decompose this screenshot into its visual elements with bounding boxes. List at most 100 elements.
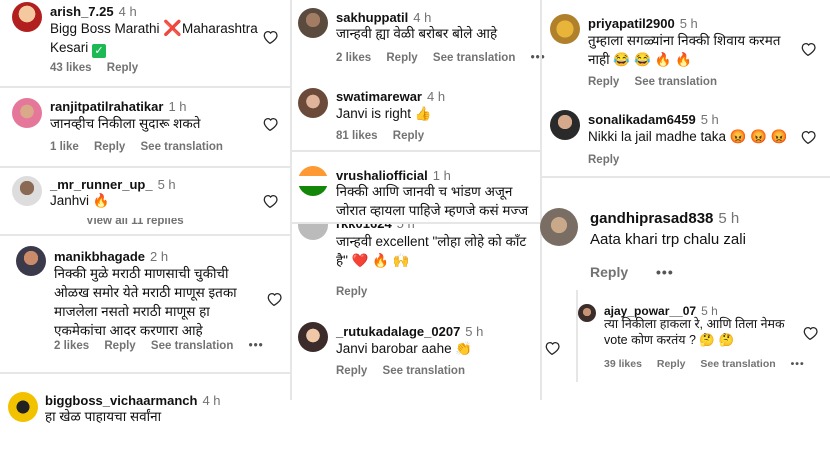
avatar[interactable] (578, 304, 596, 322)
heart-icon[interactable] (800, 42, 816, 56)
comment-ranjit: ranjitpatilrahatikar 1 h जानव्हीच निकीला … (0, 92, 290, 162)
more-options-icon[interactable]: ••• (791, 358, 805, 370)
see-translation-link[interactable]: See translation (433, 52, 515, 64)
comment-text: जान्हवी excellent "लोहा लोहे को काँट है" … (336, 234, 527, 268)
username[interactable]: gandhiprasad838 5 h (590, 210, 739, 227)
username[interactable]: priyapatil2900 5 h (588, 16, 698, 31)
avatar[interactable] (12, 176, 42, 206)
comment-text: जानव्हीच निकीला सुदारू शकते (50, 116, 201, 131)
comment-runner: _mr_runner_up_ 5 h Janhvi 🔥 View all 11 r… (0, 170, 290, 234)
likes-count[interactable]: 43 likes (50, 62, 92, 74)
comment-text: त्या निकीला हाकला रे, आणि तिला नेमक vote … (604, 317, 785, 347)
username[interactable]: _rutukadalage_0207 5 h (336, 324, 483, 339)
heart-icon[interactable] (262, 117, 278, 131)
likes-count[interactable]: 2 likes (54, 340, 89, 352)
view-replies-link[interactable]: View all 11 replies (86, 218, 184, 226)
comment-text: Aata khari trp chalu zali (590, 231, 746, 248)
see-translation-link[interactable]: See translation (383, 365, 465, 377)
divider (0, 372, 290, 374)
avatar[interactable] (550, 14, 580, 44)
comment-actions: Reply (588, 154, 631, 166)
heart-icon[interactable] (800, 130, 816, 144)
divider (290, 150, 540, 152)
avatar[interactable] (298, 322, 328, 352)
likes-count[interactable]: 2 likes (336, 52, 371, 64)
username[interactable]: manikbhagade 2 h (54, 249, 168, 264)
avatar[interactable] (298, 166, 328, 196)
comment-text: तुम्हाला सगळ्यांना निक्की शिवाय करमत नाही… (588, 33, 781, 67)
comment-actions: Reply See translation (336, 365, 477, 377)
username[interactable]: swatimarewar 4 h (336, 89, 445, 104)
comments-panel-1: arish_7.25 4 h Bigg Boss Marathi ❌Maharas… (0, 0, 290, 466)
avatar[interactable] (298, 88, 328, 118)
comment-rkk: rkk016245 h जान्हवी excellent "लोहा लोहे… (290, 224, 540, 308)
username[interactable]: _mr_runner_up_ 5 h (50, 177, 176, 192)
reply-button[interactable]: Reply (590, 264, 628, 280)
see-translation-link[interactable]: See translation (141, 141, 223, 153)
avatar[interactable] (298, 8, 328, 38)
reply-button[interactable]: Reply (588, 154, 619, 166)
comment-text: Nikki la jail madhe taka 😡 😡 😡 (588, 129, 788, 144)
reply-button[interactable]: Reply (393, 130, 424, 142)
heart-icon[interactable] (266, 292, 282, 306)
comments-panel-3: priyapatil2900 5 h तुम्हाला सगळ्यांना निक… (540, 0, 830, 400)
avatar[interactable] (12, 2, 42, 32)
reply-button[interactable]: Reply (386, 52, 417, 64)
reply-button[interactable]: Reply (107, 62, 138, 74)
username[interactable]: sonalikadam6459 5 h (588, 112, 719, 127)
comment-text: जान्हवी ह्या वेळी बरोबर बोले आहे (336, 26, 498, 41)
comment-actions: 39 likes Reply See translation ••• (604, 358, 817, 370)
likes-count[interactable]: 81 likes (336, 130, 378, 142)
avatar[interactable] (8, 392, 38, 422)
reply-button[interactable]: Reply (588, 76, 619, 88)
comment-ajay-powar: ajay_powar__07 5 h त्या निकीला हाकला रे, … (540, 296, 830, 382)
likes-count[interactable]: 39 likes (604, 358, 642, 370)
see-translation-link[interactable]: See translation (700, 358, 775, 370)
comment-sakhuppatil: sakhuppatil 4 h जान्हवी ह्या वेळी बरोबर ब… (290, 0, 545, 74)
reply-button[interactable]: Reply (336, 365, 367, 377)
divider (540, 176, 830, 178)
cross-emoji: ❌ (163, 20, 183, 37)
more-options-icon[interactable]: ••• (249, 340, 264, 352)
more-options-icon[interactable]: ••• (656, 264, 674, 280)
divider (0, 86, 290, 88)
username[interactable]: ranjitpatilrahatikar 1 h (50, 99, 187, 114)
comment-text: निक्की आणि जानवी च भांडण अजून जोरात व्हाय… (336, 184, 529, 218)
comment-text: Janvi barobar aahe 👏 (336, 341, 473, 356)
reply-button[interactable]: Reply (94, 141, 125, 153)
username[interactable]: biggboss_vichaarmanch 4 h (45, 393, 221, 408)
username[interactable]: arish_7.25 4 h (50, 4, 137, 19)
divider (0, 234, 290, 236)
comment-actions: 2 likes Reply See translation ••• (54, 340, 276, 352)
username[interactable]: vrushaliofficial 1 h (336, 168, 451, 183)
reply-button[interactable]: Reply (104, 340, 135, 352)
comment-actions: Reply See translation (588, 76, 729, 88)
avatar[interactable] (16, 246, 46, 276)
comments-panel-2: sakhuppatil 4 h जान्हवी ह्या वेळी बरोबर ब… (290, 0, 560, 400)
comment-text: निक्की मुळे मराठी माणसाची चुकीची ओळख समोर… (54, 266, 237, 338)
heart-icon[interactable] (802, 326, 818, 340)
see-translation-link[interactable]: See translation (635, 76, 717, 88)
username[interactable]: sakhuppatil 4 h (336, 10, 431, 25)
see-translation-link[interactable]: See translation (151, 340, 233, 352)
avatar[interactable] (550, 110, 580, 140)
heart-icon[interactable] (262, 194, 278, 208)
comment-text: Janvi is right 👍 (336, 106, 432, 121)
comment-manik: manikbhagade 2 h निक्की मुळे मराठी माणसाच… (0, 240, 290, 365)
comment-gandhiprasad: gandhiprasad838 5 h Aata khari trp chalu … (540, 200, 830, 284)
comment-actions: 43 likes Reply (50, 62, 150, 74)
likes-count[interactable]: 1 like (50, 141, 79, 153)
reply-button[interactable]: Reply (336, 286, 367, 298)
avatar[interactable] (12, 98, 42, 128)
comment-actions: Reply (336, 286, 379, 298)
comment-priyapatil: priyapatil2900 5 h तुम्हाला सगळ्यांना निक… (540, 0, 830, 94)
comment-text: Janhvi 🔥 (50, 193, 110, 208)
reply-button[interactable]: Reply (657, 358, 686, 370)
avatar[interactable] (540, 208, 578, 246)
comment-rutukadalage: _rutukadalage_0207 5 h Janvi barobar aahe… (290, 316, 560, 386)
username[interactable]: rkk016245 h (336, 224, 415, 231)
heart-icon[interactable] (262, 30, 278, 44)
comment-actions: 81 likes Reply (336, 130, 436, 142)
check-emoji: ✓ (92, 44, 107, 58)
avatar[interactable] (298, 224, 328, 240)
